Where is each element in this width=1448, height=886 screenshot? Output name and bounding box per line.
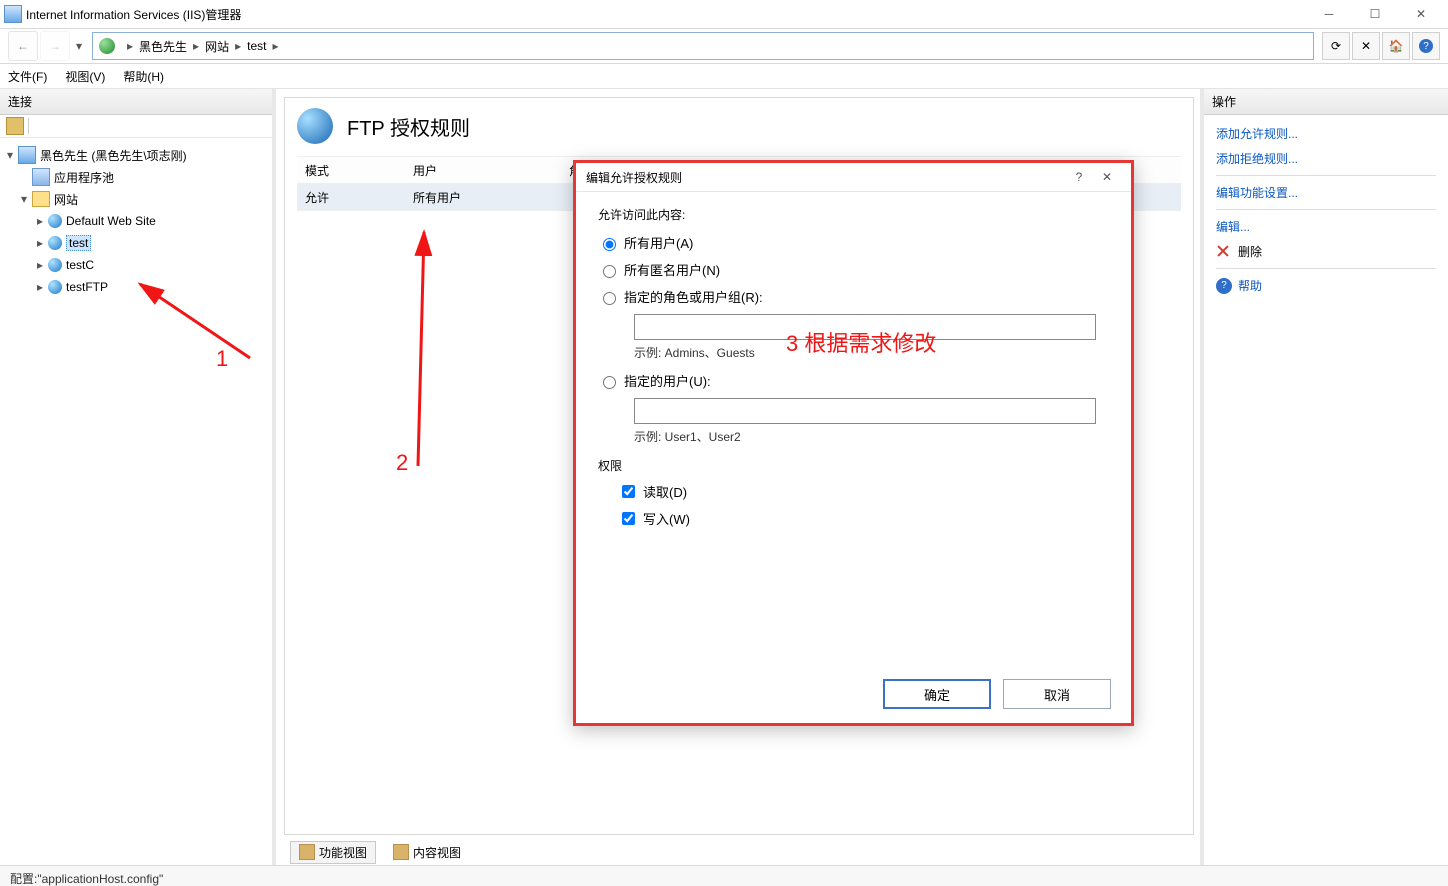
radio-users-input[interactable] — [603, 376, 616, 389]
menu-view[interactable]: 视图(V) — [65, 68, 105, 85]
radio-all-users-input[interactable] — [603, 238, 616, 251]
breadcrumb-sep: ▸ — [127, 39, 133, 53]
feature-heading: FTP 授权规则 — [347, 112, 470, 141]
action-edit[interactable]: 编辑... — [1216, 214, 1436, 239]
tree-site-default[interactable]: ▸ Default Web Site — [4, 210, 268, 232]
nav-forward-button[interactable]: → — [40, 31, 70, 61]
menu-file[interactable]: 文件(F) — [8, 68, 47, 85]
check-read[interactable]: 读取(D) — [618, 482, 1109, 501]
radio-all-users[interactable]: 所有用户(A) — [598, 233, 1109, 252]
tab-content-view[interactable]: 内容视图 — [384, 841, 470, 864]
users-example: 示例: User1、User2 — [634, 428, 1109, 445]
breadcrumb-icon — [99, 38, 115, 54]
connections-tree[interactable]: ▾ 黑色先生 (黑色先生\项志刚) 应用程序池 ▾ 网站 ▸ Default W… — [0, 138, 272, 865]
app-icon — [4, 5, 22, 23]
content-view-icon — [393, 844, 409, 860]
tree-server-node[interactable]: ▾ 黑色先生 (黑色先生\项志刚) — [4, 144, 268, 166]
site-icon — [48, 280, 62, 294]
check-write[interactable]: 写入(W) — [618, 509, 1109, 528]
site-icon — [48, 236, 62, 250]
tree-sites-node[interactable]: ▾ 网站 — [4, 188, 268, 210]
col-user[interactable]: 用户 — [405, 162, 561, 179]
dialog-titlebar: 编辑允许授权规则 ? ✕ — [576, 163, 1131, 192]
tree-site-testc[interactable]: ▸ testC — [4, 254, 268, 276]
nav-back-button[interactable]: ← — [8, 31, 38, 61]
check-read-input[interactable] — [622, 485, 635, 498]
roles-example: 示例: Admins、Guests — [634, 344, 1109, 361]
breadcrumb-part[interactable]: test — [247, 39, 266, 53]
close-button[interactable]: ✕ — [1398, 0, 1444, 28]
dialog-help-button[interactable]: ? — [1065, 170, 1093, 184]
tree-app-pools[interactable]: 应用程序池 — [4, 166, 268, 188]
home-button[interactable]: 🏠 — [1382, 32, 1410, 60]
help-icon: ? — [1216, 278, 1232, 294]
action-delete[interactable]: 删除 — [1216, 239, 1436, 264]
delete-icon — [1216, 244, 1232, 260]
col-mode[interactable]: 模式 — [297, 162, 405, 179]
dialog-title: 编辑允许授权规则 — [586, 169, 682, 186]
cell-user: 所有用户 — [405, 189, 561, 206]
cancel-button[interactable]: 取消 — [1003, 679, 1111, 709]
cell-mode: 允许 — [297, 189, 405, 206]
breadcrumb[interactable]: ▸ 黑色先生 ▸ 网站 ▸ test ▸ — [92, 32, 1314, 60]
view-tabs: 功能视图 内容视图 — [284, 839, 1200, 865]
feature-view-icon — [299, 844, 315, 860]
help-button[interactable]: ? — [1412, 32, 1440, 60]
stop-button[interactable]: ✕ — [1352, 32, 1380, 60]
menu-help[interactable]: 帮助(H) — [123, 68, 164, 85]
radio-users[interactable]: 指定的用户(U): — [598, 371, 1109, 390]
dialog-close-button[interactable]: ✕ — [1093, 170, 1121, 184]
breadcrumb-part[interactable]: 网站 — [205, 38, 229, 55]
check-write-input[interactable] — [622, 512, 635, 525]
nav-bar: ← → ▾ ▸ 黑色先生 ▸ 网站 ▸ test ▸ ⟳ ✕ 🏠 ? — [0, 29, 1448, 64]
actions-title: 操作 — [1204, 89, 1448, 115]
site-icon — [48, 258, 62, 272]
folder-icon — [32, 191, 50, 207]
dialog-header: 允许访问此内容: — [598, 206, 1109, 223]
menu-bar: 文件(F) 视图(V) 帮助(H) — [0, 64, 1448, 89]
edit-allow-rule-dialog: 编辑允许授权规则 ? ✕ 允许访问此内容: 所有用户(A) 所有匿名用户(N) … — [573, 160, 1134, 726]
action-edit-feature[interactable]: 编辑功能设置... — [1216, 180, 1436, 205]
nav-history-dropdown[interactable]: ▾ — [72, 39, 86, 53]
window-title: Internet Information Services (IIS)管理器 — [22, 6, 1306, 23]
radio-anonymous-input[interactable] — [603, 265, 616, 278]
add-connection-icon[interactable] — [6, 117, 24, 135]
feature-icon — [297, 108, 333, 144]
perm-label: 权限 — [598, 457, 1109, 474]
connections-panel: 连接 ▾ 黑色先生 (黑色先生\项志刚) 应用程序池 ▾ 网站 ▸ — [0, 89, 276, 865]
radio-roles-input[interactable] — [603, 292, 616, 305]
tree-server-label: 黑色先生 (黑色先生\项志刚) — [40, 147, 187, 164]
app-pools-icon — [32, 168, 50, 186]
connections-title: 连接 — [0, 89, 272, 115]
status-bar: 配置:"applicationHost.config" — [0, 865, 1448, 886]
minimize-button[interactable]: ─ — [1306, 0, 1352, 28]
tree-site-testftp[interactable]: ▸ testFTP — [4, 276, 268, 298]
refresh-button[interactable]: ⟳ — [1322, 32, 1350, 60]
tree-site-test[interactable]: ▸ test — [4, 232, 268, 254]
server-icon — [18, 146, 36, 164]
action-add-allow[interactable]: 添加允许规则... — [1216, 121, 1436, 146]
radio-anonymous[interactable]: 所有匿名用户(N) — [598, 260, 1109, 279]
ok-button[interactable]: 确定 — [883, 679, 991, 709]
action-help[interactable]: ? 帮助 — [1216, 273, 1436, 298]
radio-roles[interactable]: 指定的角色或用户组(R): — [598, 287, 1109, 306]
breadcrumb-part[interactable]: 黑色先生 — [139, 38, 187, 55]
roles-input[interactable] — [634, 314, 1096, 340]
users-input[interactable] — [634, 398, 1096, 424]
connections-toolbar — [0, 115, 272, 138]
status-config: 配置:"applicationHost.config" — [10, 870, 163, 886]
action-add-deny[interactable]: 添加拒绝规则... — [1216, 146, 1436, 171]
tab-feature-view[interactable]: 功能视图 — [290, 841, 376, 864]
actions-panel: 操作 添加允许规则... 添加拒绝规则... 编辑功能设置... 编辑... 删… — [1200, 89, 1448, 865]
site-icon — [48, 214, 62, 228]
titlebar: Internet Information Services (IIS)管理器 ─… — [0, 0, 1448, 29]
maximize-button[interactable]: ☐ — [1352, 0, 1398, 28]
